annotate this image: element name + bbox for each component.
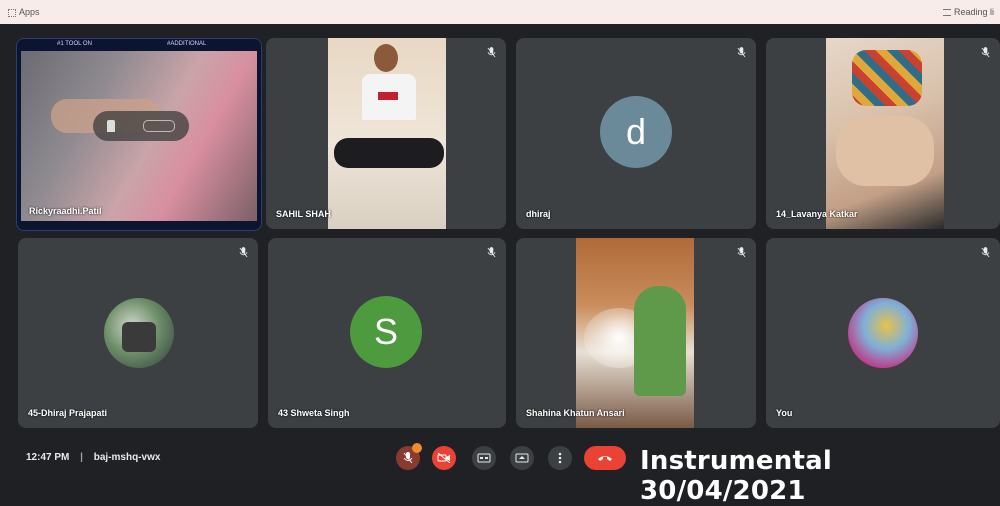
participant-avatar: S xyxy=(350,296,422,368)
participant-avatar: d xyxy=(600,96,672,168)
leave-call-button[interactable] xyxy=(584,446,626,470)
mic-off-icon xyxy=(981,47,990,58)
captions-button[interactable] xyxy=(472,446,496,470)
raise-hand-indicator xyxy=(412,443,422,453)
patterned-object-shape xyxy=(852,50,922,106)
browser-bookmarks-bar: Apps Reading li xyxy=(0,0,1000,24)
mic-off-icon xyxy=(487,247,496,258)
captions-icon xyxy=(477,453,491,463)
reading-list-label: Reading li xyxy=(953,7,994,17)
mic-off-icon xyxy=(981,247,990,258)
hand-shape xyxy=(836,116,934,186)
overlay-controls[interactable] xyxy=(93,111,189,141)
meeting-code[interactable]: baj-mshq-vwx xyxy=(94,452,161,463)
participant-name: 14_Lavanya Katkar xyxy=(776,209,858,219)
avatar-letter: S xyxy=(373,311,398,352)
participant-tile[interactable]: 45-Dhiraj Prajapati xyxy=(18,238,258,428)
video-watermark: Instrumental 30/04/2021 xyxy=(640,446,832,506)
overlay-caption-left: #1 TOOL ON xyxy=(57,41,92,47)
participant-name: dhiraj xyxy=(526,209,551,219)
participant-name: You xyxy=(776,408,793,418)
participant-tile[interactable]: 14_Lavanya Katkar xyxy=(766,38,1000,229)
more-options-button[interactable] xyxy=(548,446,572,470)
meeting-time: 12:47 PM xyxy=(26,452,70,463)
participant-name: 43 Shweta Singh xyxy=(278,408,350,418)
meeting-info: 12:47 PM | baj-mshq-vwx xyxy=(26,452,160,463)
avatar-letter: d xyxy=(625,111,647,152)
avatar-figure-shape xyxy=(122,322,156,352)
participant-tile[interactable]: d dhiraj xyxy=(516,38,756,229)
participant-tile[interactable]: #1 TOOL ON #ADDITIONAL Rickyraadhi.Patil xyxy=(16,38,262,231)
camera-toggle-button[interactable] xyxy=(432,446,456,470)
participant-video xyxy=(576,238,694,428)
apps-grid-icon xyxy=(8,8,16,17)
person-head-shape xyxy=(374,44,398,72)
participant-tile[interactable]: SAHIL SHAH xyxy=(266,38,506,229)
meeting-grid: #1 TOOL ON #ADDITIONAL Rickyraadhi.Patil… xyxy=(0,24,1000,438)
apps-shortcut[interactable]: Apps xyxy=(8,7,40,17)
participant-tile[interactable]: Shahina Khatun Ansari xyxy=(516,238,756,428)
present-icon xyxy=(515,453,529,463)
participant-video xyxy=(328,38,446,229)
camera-off-icon xyxy=(437,453,451,463)
mic-off-icon xyxy=(239,247,248,258)
participant-video xyxy=(21,51,257,221)
meeting-separator: | xyxy=(80,452,83,463)
person-shirt-shape xyxy=(362,74,416,120)
mic-off-icon xyxy=(737,47,746,58)
apps-label: Apps xyxy=(19,7,40,17)
participant-tile[interactable]: S 43 Shweta Singh xyxy=(268,238,506,428)
participant-avatar xyxy=(848,298,918,368)
reading-list[interactable]: Reading li xyxy=(942,7,994,17)
participant-video xyxy=(826,38,944,229)
mic-off-icon xyxy=(403,452,413,464)
mute-participant-icon[interactable] xyxy=(143,120,175,132)
participant-tile-self[interactable]: You xyxy=(766,238,1000,428)
pin-icon[interactable] xyxy=(107,120,115,132)
shirt-logo-shape xyxy=(378,92,398,100)
mic-off-icon xyxy=(487,47,496,58)
present-now-button[interactable] xyxy=(510,446,534,470)
participant-name: Rickyraadhi.Patil xyxy=(29,206,102,216)
hang-up-icon xyxy=(598,456,612,461)
participant-name: SAHIL SHAH xyxy=(276,209,331,219)
person-legs-shape xyxy=(334,138,444,168)
mic-toggle-button[interactable] xyxy=(396,443,422,470)
overlay-caption-right: #ADDITIONAL xyxy=(167,41,207,47)
person-scarf-shape xyxy=(634,286,686,396)
reading-list-icon xyxy=(942,9,951,17)
mic-off-icon xyxy=(737,247,746,258)
more-icon xyxy=(558,452,562,464)
participant-avatar xyxy=(104,298,174,368)
participant-name: 45-Dhiraj Prajapati xyxy=(28,408,108,418)
participant-name: Shahina Khatun Ansari xyxy=(526,408,625,418)
